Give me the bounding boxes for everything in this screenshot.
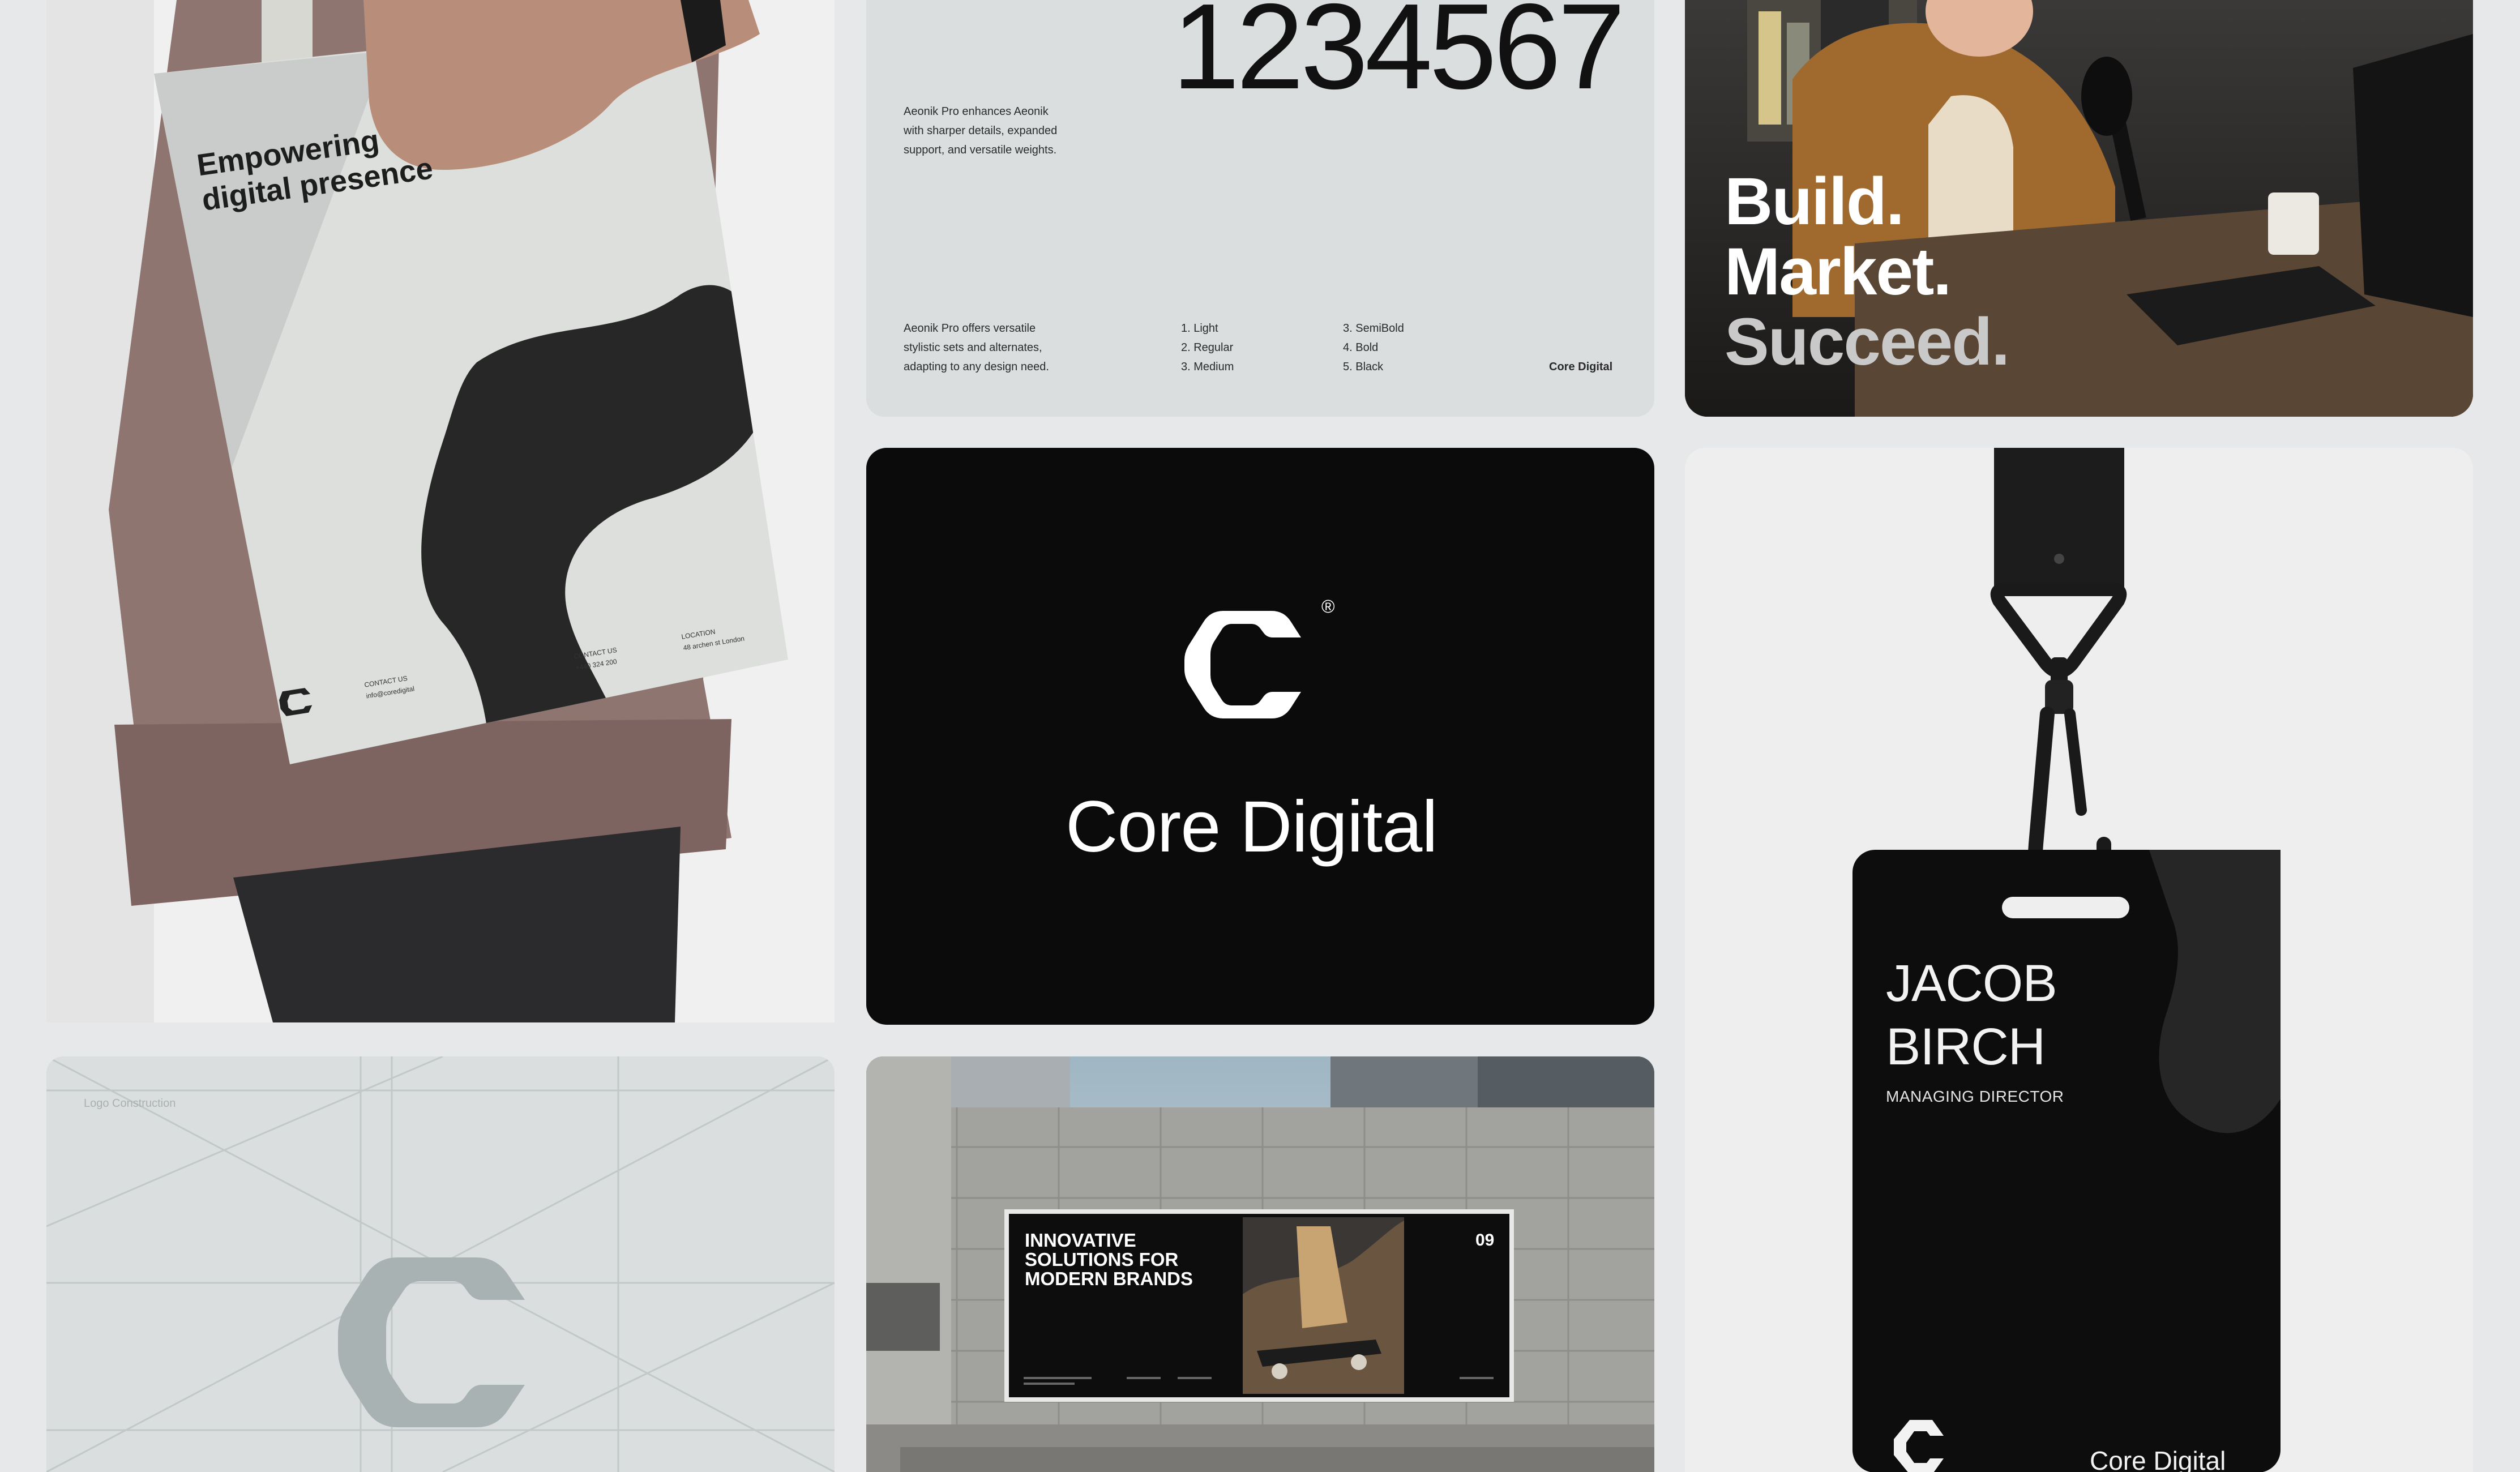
type-desc-line3: adapting to any design need. xyxy=(904,361,1049,373)
brand-logo-card: ® Core Digital xyxy=(866,448,1654,1025)
logo-construction-grid: Logo Construction xyxy=(46,1056,835,1472)
type-weights-col1: 1. Light 2. Regular 3. Medium xyxy=(1181,319,1234,376)
podcast-line1: Build. xyxy=(1725,164,1905,239)
billboard-scene-illustration xyxy=(866,1056,1654,1472)
type-weights-col2: 3. SemiBold 4. Bold 5. Black xyxy=(1343,319,1404,376)
billboard-mockup: INNOVATIVE SOLUTIONS FOR MODERN BRANDS 0… xyxy=(866,1056,1654,1472)
badge-role: MANAGING DIRECTOR xyxy=(1886,1088,2064,1105)
billboard-headline-line1: INNOVATIVE xyxy=(1025,1230,1136,1251)
type-weight-item: 3. SemiBold xyxy=(1343,322,1404,335)
type-weight-item: 1. Light xyxy=(1181,322,1218,335)
type-weight-item: 2. Regular xyxy=(1181,341,1234,354)
podcast-line2: Market. xyxy=(1725,234,1952,309)
billboard-headline-line2: SOLUTIONS FOR xyxy=(1025,1249,1179,1270)
construction-label: Logo Construction xyxy=(84,1097,176,1110)
type-desc-line2: stylistic sets and alternates, xyxy=(904,341,1042,354)
type-digits: 1234567 xyxy=(1172,0,1625,114)
type-weight-item: 3. Medium xyxy=(1181,361,1234,373)
type-weight-item: 5. Black xyxy=(1343,361,1384,373)
billboard-headline-line3: MODERN BRANDS xyxy=(1025,1268,1193,1289)
id-badge-mockup: JACOB BIRCH MANAGING DIRECTOR Core Digit… xyxy=(1685,448,2473,1472)
registered-mark: ® xyxy=(1321,596,1335,617)
tote-bag-illustration xyxy=(46,0,835,1022)
card-brand-name: Core Digital xyxy=(1066,786,1438,867)
badge-brand: Core Digital xyxy=(2090,1446,2226,1472)
construction-lines-illustration xyxy=(46,1056,835,1472)
typography-specimen: 1234567 Aeonik Pro enhances Aeonik with … xyxy=(866,0,1654,417)
type-intro-line3: support, and versatile weights. xyxy=(904,144,1057,156)
type-desc-line1: Aeonik Pro offers versatile xyxy=(904,322,1036,335)
badge-last-name: BIRCH xyxy=(1886,1018,2046,1076)
podcast-line3: Succeed. xyxy=(1725,305,2010,379)
type-brand: Core Digital xyxy=(1549,361,1613,373)
core-digital-logo-icon xyxy=(1184,611,1301,718)
lanyard-illustration xyxy=(1852,448,2281,1472)
type-intro-line2: with sharper details, expanded xyxy=(904,125,1058,137)
tote-bag-mockup: Empowering digital presence CONTACT US i… xyxy=(46,0,835,1022)
billboard-number: 09 xyxy=(1475,1231,1495,1250)
type-intro-line1: Aeonik Pro enhances Aeonik xyxy=(904,105,1049,118)
type-weight-item: 4. Bold xyxy=(1343,341,1379,354)
badge-first-name: JACOB xyxy=(1886,955,2057,1012)
podcast-photo: Build. Market. Succeed. xyxy=(1685,0,2473,417)
